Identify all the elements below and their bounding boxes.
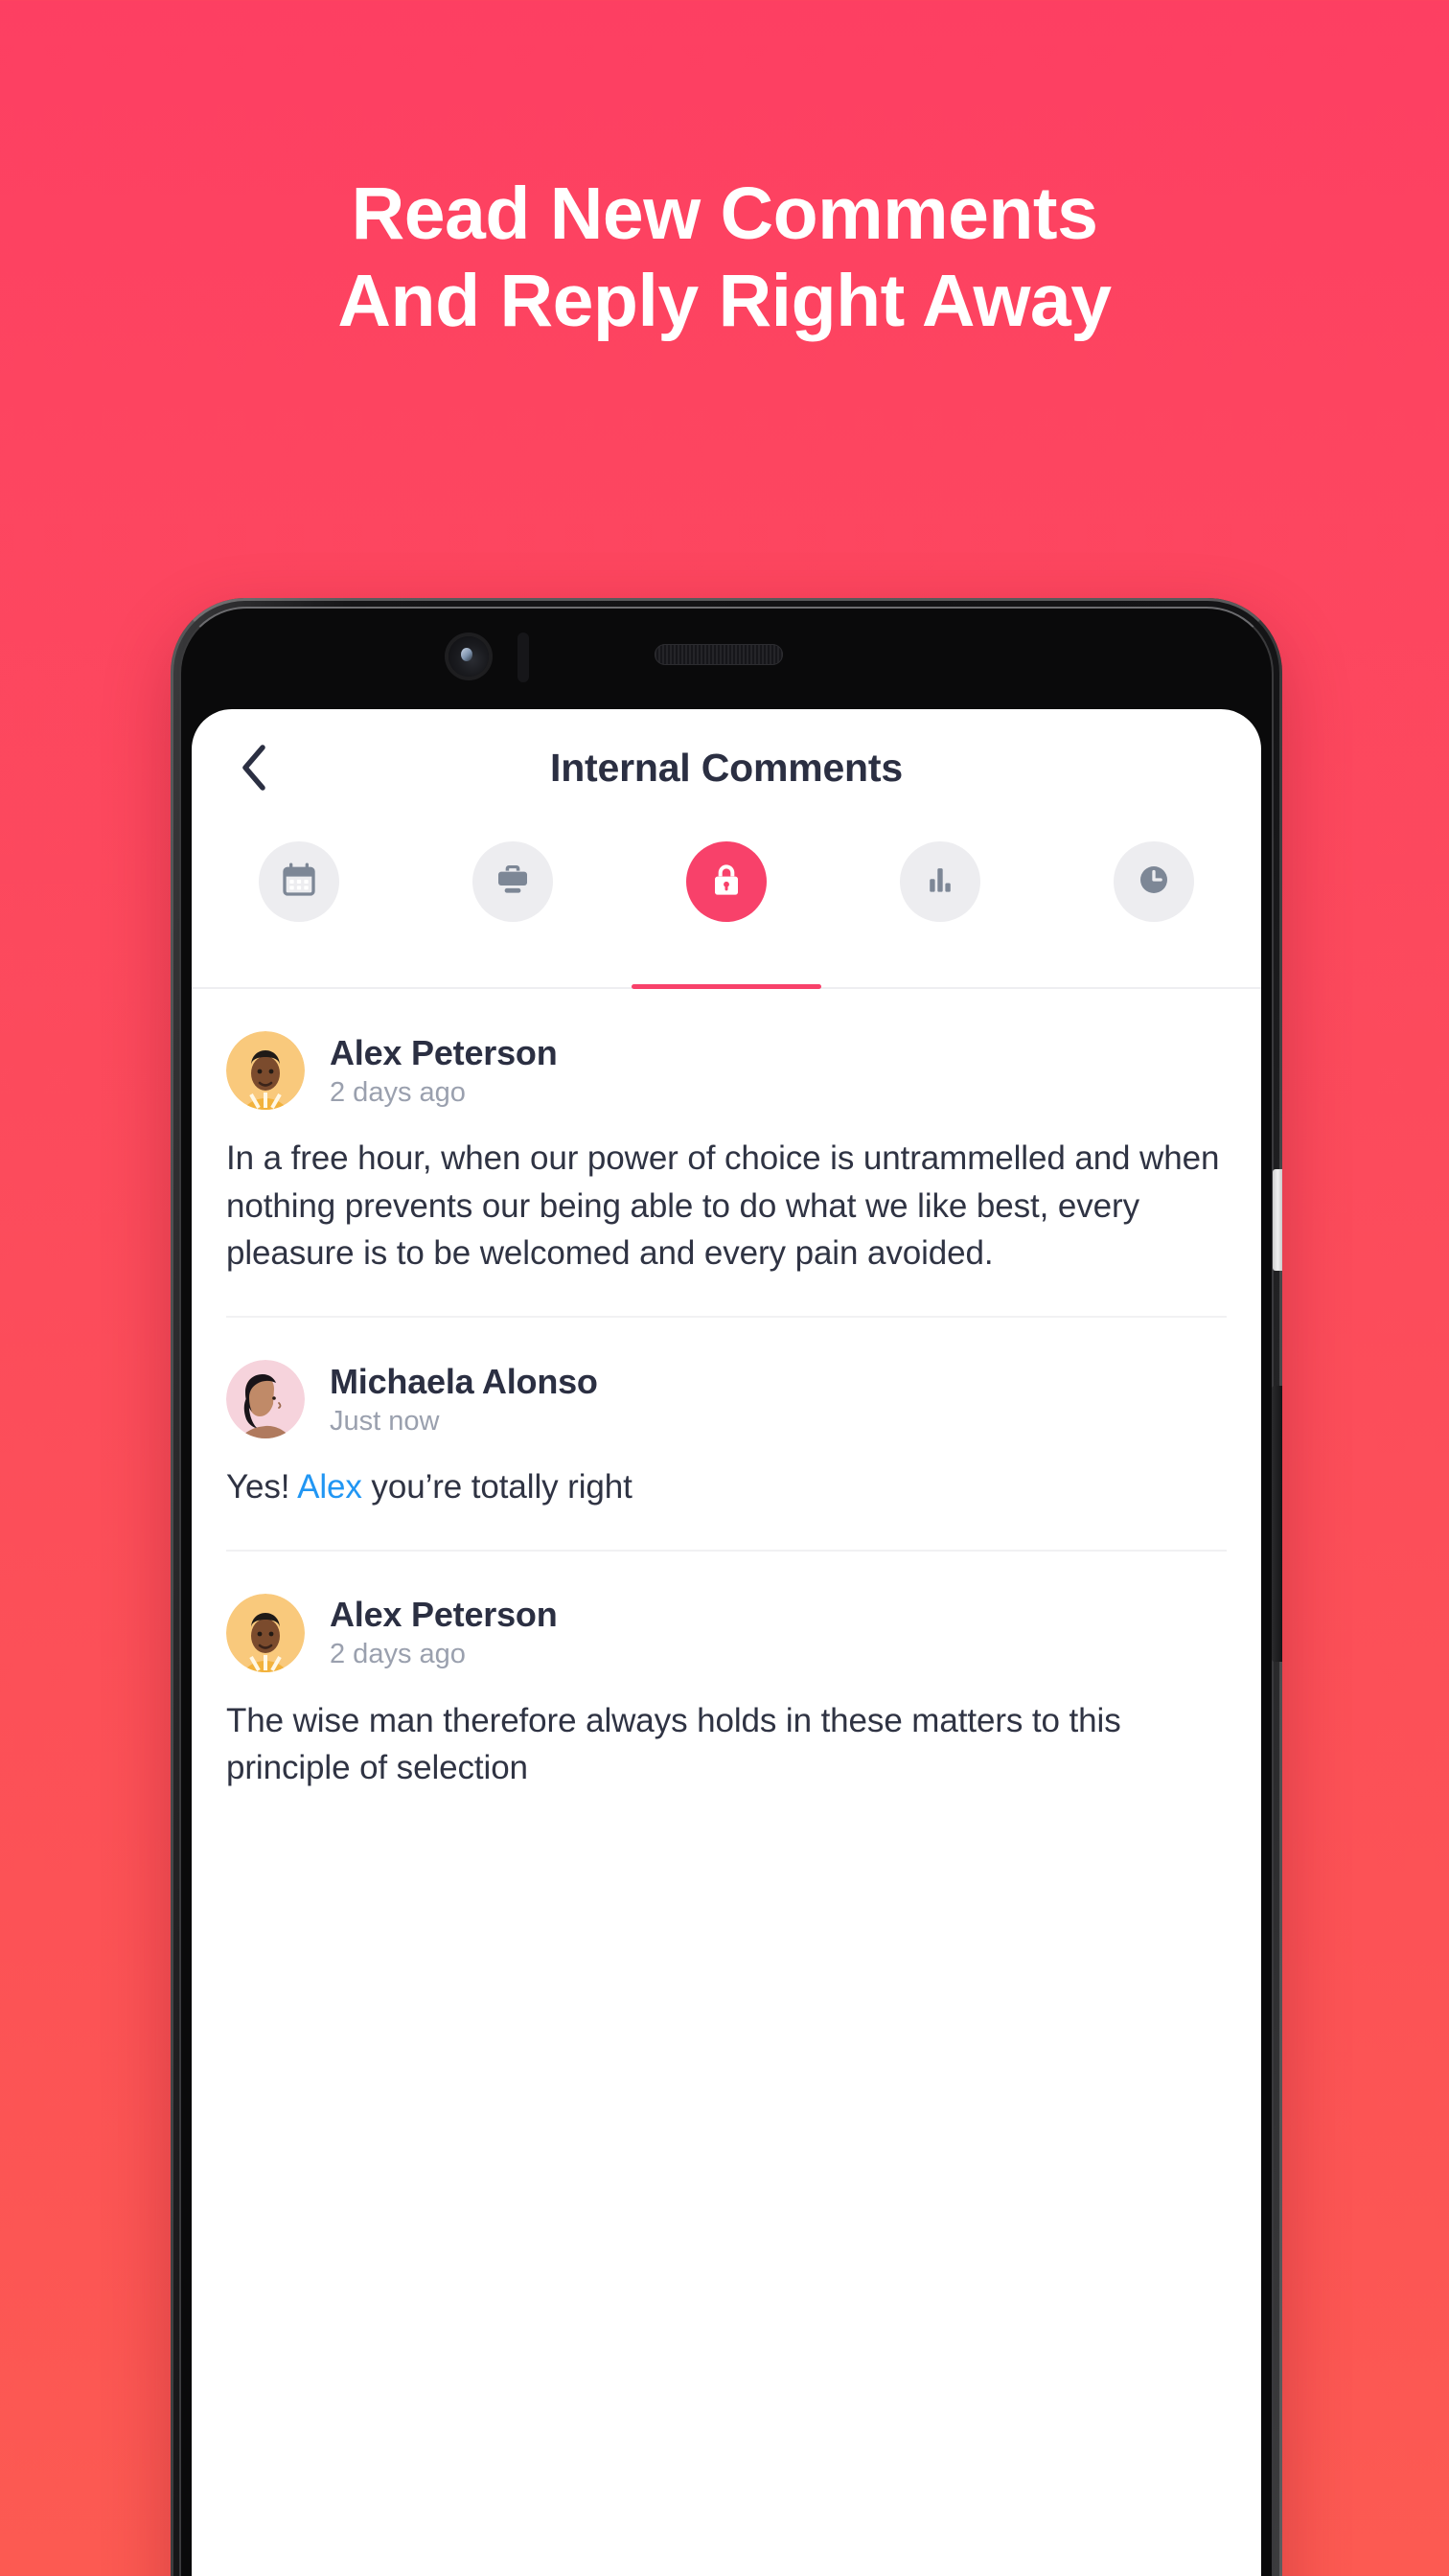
volume-button[interactable] (1272, 1386, 1282, 1662)
tab-bar-chart[interactable] (834, 826, 1047, 987)
tab-clock-circle (1114, 841, 1195, 922)
comment-item[interactable]: Alex Peterson 2 days ago The wise man th… (226, 1552, 1227, 1830)
promo-headline: Read New Comments And Reply Right Away (0, 171, 1449, 345)
comment-body: Yes! Alex you’re totally right (226, 1463, 1227, 1511)
comment-body: In a free hour, when our power of choice… (226, 1139, 1220, 1273)
phone-screen: Internal Comments Alex Peterson 2 days a… (192, 709, 1261, 2576)
comment-author: Michaela Alonso (330, 1361, 598, 1401)
comment-meta: Alex Peterson 2 days ago (330, 1033, 558, 1109)
active-tab-indicator (632, 984, 821, 989)
comment-body: The wise man therefore always holds in t… (226, 1701, 1121, 1787)
user-mention-link[interactable]: Alex (297, 1468, 362, 1506)
avatar[interactable] (226, 1360, 305, 1439)
tab-bar-chart-circle (900, 841, 981, 922)
promo-headline-line2: And Reply Right Away (337, 259, 1112, 342)
tab-briefcase-circle (472, 841, 553, 922)
power-button[interactable] (1273, 1169, 1282, 1271)
tab-clock[interactable] (1047, 826, 1261, 987)
comment-timestamp: 2 days ago (330, 1639, 466, 1670)
avatar[interactable] (226, 1031, 305, 1110)
comment-timestamp: 2 days ago (330, 1076, 466, 1108)
comment-item[interactable]: Michaela Alonso Just now Yes! Alex you’r… (226, 1318, 1227, 1552)
tab-lock[interactable] (619, 826, 833, 987)
chevron-left-icon (240, 744, 268, 792)
comment-timestamp: Just now (330, 1405, 440, 1437)
avatar[interactable] (226, 1593, 305, 1672)
comment-header: Michaela Alonso Just now (226, 1360, 1227, 1439)
bar-chart-icon (922, 862, 958, 903)
page-title: Internal Comments (550, 745, 903, 790)
lock-icon (707, 861, 746, 904)
app-bar: Internal Comments (192, 709, 1261, 826)
tab-calendar-circle (258, 841, 339, 922)
tab-lock-circle (686, 841, 767, 922)
earpiece-speaker-icon (655, 644, 783, 665)
briefcase-icon (494, 861, 532, 904)
clock-icon (1135, 861, 1173, 904)
comment-header: Alex Peterson 2 days ago (226, 1031, 1227, 1110)
promo-headline-line1: Read New Comments (351, 172, 1098, 255)
phone-mockup: Internal Comments Alex Peterson 2 days a… (171, 598, 1282, 2576)
tab-calendar[interactable] (192, 826, 405, 987)
calendar-icon (280, 861, 318, 904)
comment-text-after-mention: you’re totally right (361, 1468, 632, 1506)
front-camera-icon (448, 636, 489, 677)
proximity-sensor-icon (518, 632, 529, 682)
tab-bar (192, 826, 1261, 989)
comment-item[interactable]: Alex Peterson 2 days ago In a free hour,… (226, 989, 1227, 1319)
comment-text-before-mention: Yes! (226, 1468, 298, 1506)
back-button[interactable] (226, 740, 282, 795)
comment-meta: Michaela Alonso Just now (330, 1362, 598, 1438)
tab-briefcase[interactable] (405, 826, 619, 987)
comment-author: Alex Peterson (330, 1032, 558, 1072)
comment-meta: Alex Peterson 2 days ago (330, 1595, 558, 1670)
comments-list: Alex Peterson 2 days ago In a free hour,… (192, 989, 1261, 1830)
comment-author: Alex Peterson (330, 1595, 558, 1635)
phone-top-hardware (171, 598, 1282, 709)
comment-header: Alex Peterson 2 days ago (226, 1593, 1227, 1672)
